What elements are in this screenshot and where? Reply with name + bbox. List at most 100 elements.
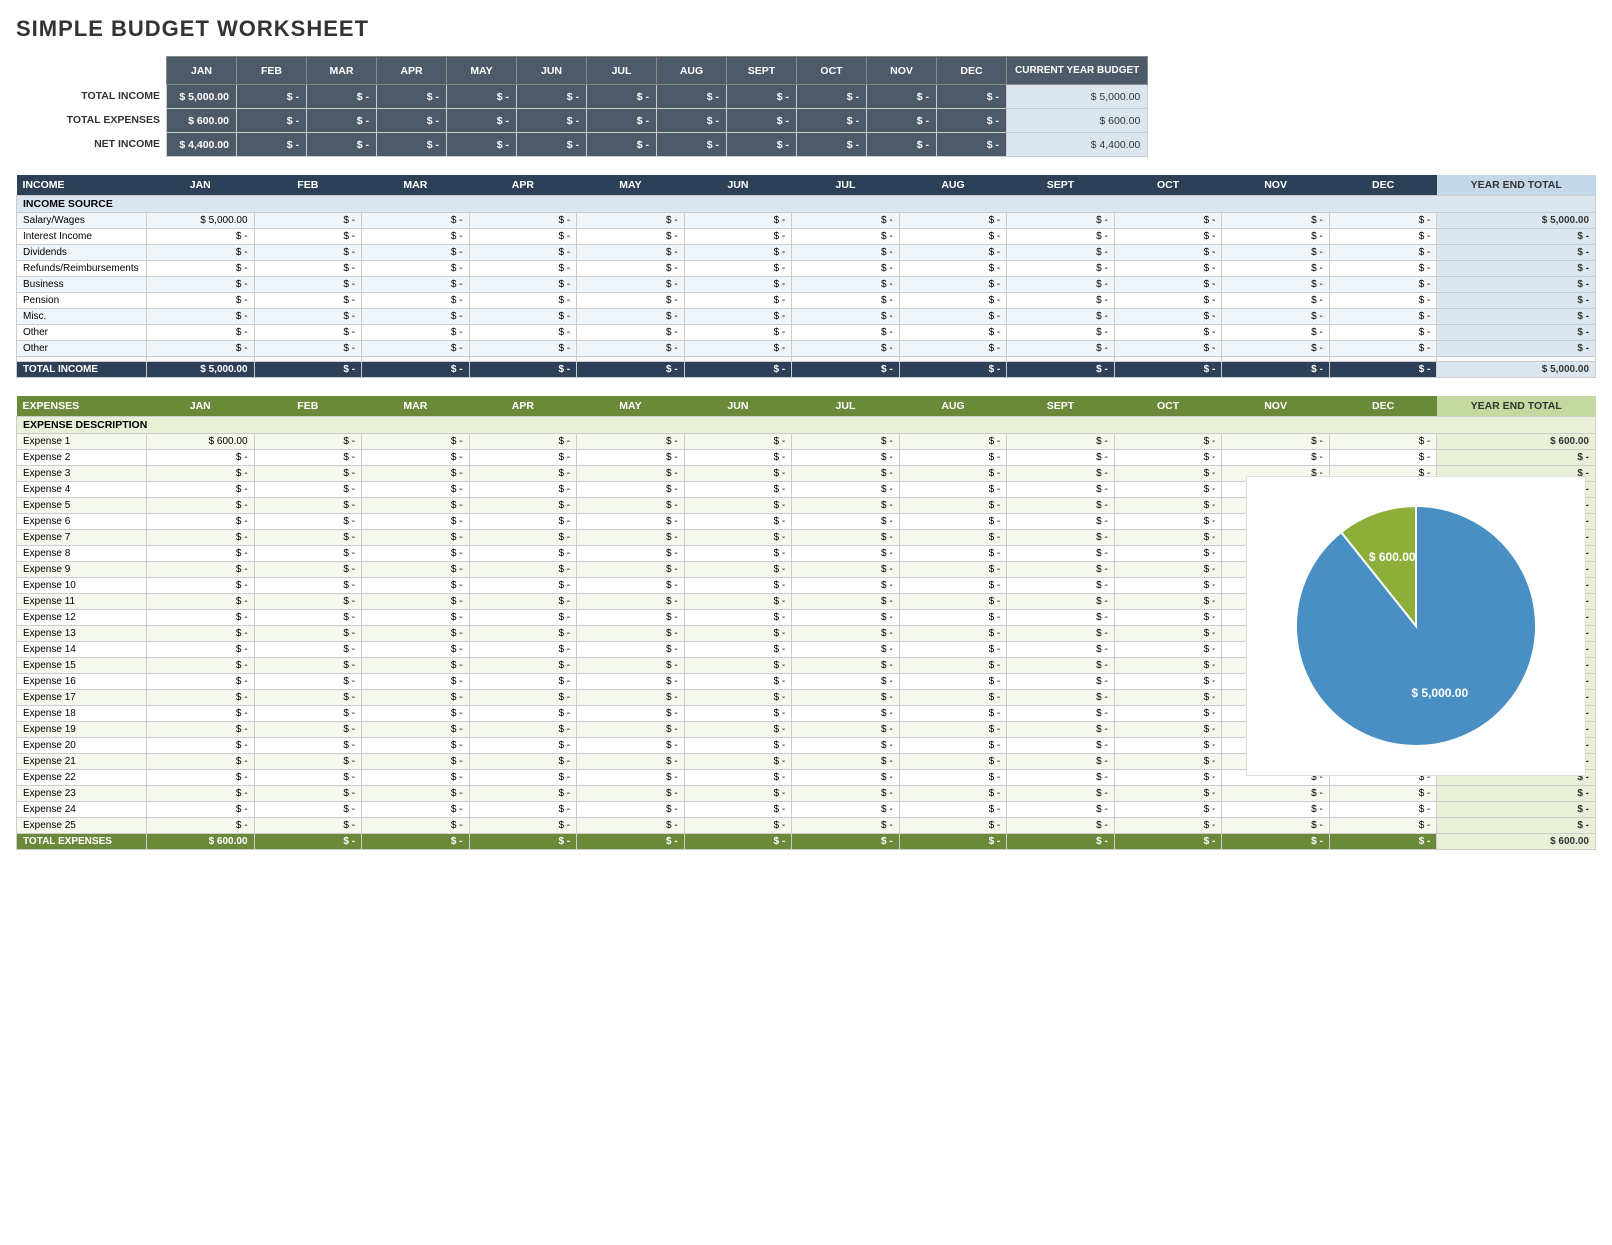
income-cell: $ -	[1222, 277, 1330, 293]
summary-cell: $ 5,000.00	[167, 85, 237, 109]
income-data-row: Pension$ -$ -$ -$ -$ -$ -$ -$ -$ -$ -$ -…	[17, 293, 1596, 309]
income-cell: $ -	[1114, 261, 1222, 277]
summary-label-net: NET INCOME	[16, 132, 166, 156]
expenses-cell: $ -	[147, 722, 255, 738]
expenses-total-cell: $ -	[469, 834, 577, 850]
expenses-cell: $ -	[469, 482, 577, 498]
expenses-cell: $ -	[1007, 818, 1115, 834]
income-cell: $ -	[577, 213, 685, 229]
income-year-end-cell: $ -	[1437, 245, 1596, 261]
expenses-cell: $ -	[792, 626, 900, 642]
expenses-cell: $ -	[362, 434, 470, 450]
expenses-cell: $ -	[684, 690, 792, 706]
income-cell: $ -	[899, 309, 1007, 325]
expenses-cell: $ -	[577, 722, 685, 738]
expenses-cell: $ -	[147, 450, 255, 466]
income-cell: $ -	[1222, 245, 1330, 261]
income-cell: $ -	[147, 293, 255, 309]
income-cell: $ -	[1007, 277, 1115, 293]
income-cell: $ -	[1222, 309, 1330, 325]
income-cell: $ -	[684, 309, 792, 325]
income-row-label: Refunds/Reimbursements	[17, 261, 147, 277]
income-total-row: TOTAL INCOME$ 5,000.00$ -$ -$ -$ -$ -$ -…	[17, 362, 1596, 378]
expenses-cell: $ -	[254, 754, 362, 770]
income-cell: $ -	[362, 293, 470, 309]
income-cell: $ -	[792, 309, 900, 325]
expenses-cell: $ -	[254, 706, 362, 722]
expenses-cell: $ -	[362, 578, 470, 594]
expenses-cell: $ -	[362, 722, 470, 738]
expenses-cell: $ -	[577, 786, 685, 802]
income-cell: $ -	[1329, 277, 1437, 293]
expenses-cell: $ -	[577, 546, 685, 562]
income-cell: $ -	[147, 277, 255, 293]
expenses-cell: $ -	[577, 626, 685, 642]
expenses-cell: $ -	[899, 706, 1007, 722]
expenses-cell: $ -	[684, 434, 792, 450]
expenses-cell: $ -	[469, 498, 577, 514]
income-data-row: Salary/Wages$ 5,000.00$ -$ -$ -$ -$ -$ -…	[17, 213, 1596, 229]
expenses-month-header-oct: OCT	[1114, 396, 1222, 417]
expenses-cell: $ -	[1007, 546, 1115, 562]
expenses-cell: $ -	[792, 674, 900, 690]
income-subheader-cell: INCOME SOURCE	[17, 196, 1596, 213]
expenses-cell: $ -	[469, 450, 577, 466]
income-month-header-aug: AUG	[899, 175, 1007, 196]
income-cell: $ -	[254, 245, 362, 261]
income-year-end-cell: $ -	[1437, 325, 1596, 341]
expenses-cell: $ -	[469, 626, 577, 642]
income-total-cell: $ -	[254, 362, 362, 378]
expenses-cell: $ -	[254, 498, 362, 514]
summary-month-header-mar: MAR	[307, 57, 377, 85]
expenses-cell: $ -	[577, 594, 685, 610]
expenses-cell: $ -	[147, 642, 255, 658]
expenses-cell: $ -	[899, 434, 1007, 450]
expenses-cell: $ -	[1114, 578, 1222, 594]
income-cell: $ -	[684, 277, 792, 293]
expenses-cell: $ -	[577, 466, 685, 482]
expenses-cell: $ -	[362, 802, 470, 818]
expenses-cell: $ -	[684, 450, 792, 466]
expenses-cell: $ -	[684, 786, 792, 802]
income-cell: $ -	[469, 309, 577, 325]
expenses-cell: $ -	[1222, 450, 1330, 466]
income-cell: $ -	[254, 293, 362, 309]
expenses-subheader-cell: EXPENSE DESCRIPTION	[17, 417, 1596, 434]
expenses-total-label: TOTAL EXPENSES	[17, 834, 147, 850]
summary-month-header-feb: FEB	[237, 57, 307, 85]
expenses-row-label: Expense 3	[17, 466, 147, 482]
income-cell: $ -	[577, 229, 685, 245]
expenses-cell: $ -	[684, 706, 792, 722]
income-cell: $ -	[1222, 293, 1330, 309]
expenses-row-label: Expense 18	[17, 706, 147, 722]
income-table: INCOME JANFEBMARAPRMAYJUNJULAUGSEPTOCTNO…	[16, 175, 1596, 378]
expenses-total-cell: $ -	[899, 834, 1007, 850]
expenses-cell: $ -	[1114, 802, 1222, 818]
income-row-label: Pension	[17, 293, 147, 309]
summary-cell: $ -	[727, 85, 797, 109]
income-cell: $ -	[147, 261, 255, 277]
expenses-cell: $ -	[577, 690, 685, 706]
expenses-row-label: Expense 2	[17, 450, 147, 466]
income-cell: $ -	[1329, 293, 1437, 309]
expenses-cell: $ -	[792, 706, 900, 722]
income-month-header-mar: MAR	[362, 175, 470, 196]
expenses-cell: $ -	[792, 530, 900, 546]
expenses-cell: $ -	[147, 626, 255, 642]
expenses-cell: $ -	[147, 738, 255, 754]
summary-row: $ 5,000.00$ -$ -$ -$ -$ -$ -$ -$ -$ -$ -…	[167, 85, 1148, 109]
expenses-cell: $ -	[792, 498, 900, 514]
expenses-cell: $ -	[147, 658, 255, 674]
expenses-cell: $ -	[147, 578, 255, 594]
expenses-cell: $ -	[469, 610, 577, 626]
income-cell: $ -	[254, 325, 362, 341]
expenses-cell: $ -	[254, 434, 362, 450]
income-month-header-jul: JUL	[792, 175, 900, 196]
expenses-cell: $ -	[577, 482, 685, 498]
expenses-cell: $ -	[1007, 802, 1115, 818]
expenses-cell: $ -	[1007, 450, 1115, 466]
expenses-cell: $ -	[1007, 610, 1115, 626]
summary-month-header-oct: OCT	[797, 57, 867, 85]
income-cell: $ -	[1007, 213, 1115, 229]
income-cell: $ -	[362, 277, 470, 293]
